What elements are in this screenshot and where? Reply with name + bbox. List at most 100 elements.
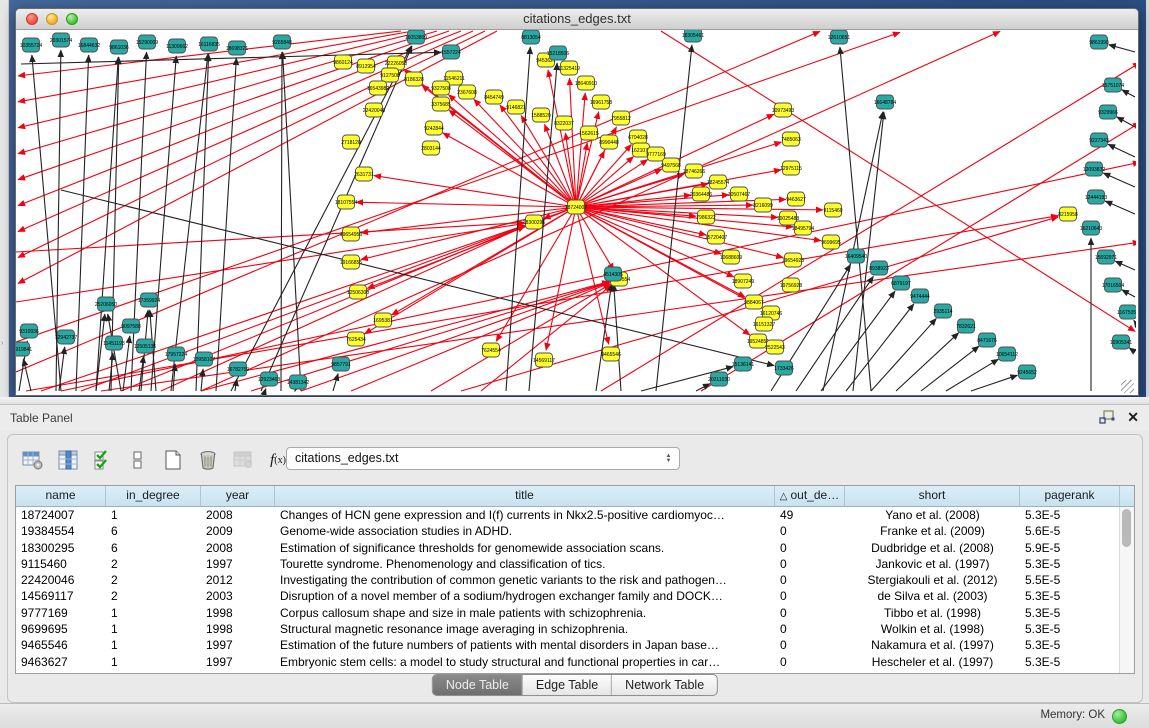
table-row[interactable]: 1872400712008Changes of HCN gene express… <box>16 507 1134 523</box>
network-edge[interactable] <box>576 143 587 207</box>
network-canvas[interactable]: 1872400798601248912954222260589127508818… <box>16 30 1136 395</box>
network-edge[interactable] <box>23 359 31 391</box>
network-node[interactable]: 7955812 <box>611 111 631 125</box>
network-edge[interactable] <box>18 31 497 284</box>
table-row[interactable]: 911546021997Tourette syndrome. Phenomeno… <box>16 556 1134 572</box>
network-edge[interactable] <box>601 63 1136 391</box>
tab-node-table[interactable]: Node Table <box>433 675 523 695</box>
network-edge[interactable] <box>946 359 998 391</box>
network-node[interactable]: 9465546 <box>601 347 621 361</box>
network-node[interactable]: 8471676 <box>977 333 997 347</box>
network-node[interactable]: 9327508 <box>431 81 451 95</box>
network-node[interactable]: 1562615 <box>579 126 599 140</box>
network-node[interactable]: 9474444 <box>910 289 930 303</box>
network-edge[interactable] <box>871 318 936 391</box>
network-node[interactable]: 19654923 <box>782 253 804 267</box>
column-header-name[interactable]: name <box>16 486 106 506</box>
network-edge[interactable] <box>1129 348 1135 352</box>
network-node[interactable]: 18495794 <box>792 221 814 235</box>
table-row[interactable]: 977716911998Corpus callosum shape and si… <box>16 605 1134 621</box>
network-edge[interactable] <box>333 374 338 391</box>
network-node[interactable]: 9861990 <box>1089 35 1109 49</box>
table-row[interactable]: 969969511998Structural magnetic resonanc… <box>16 621 1134 637</box>
network-node[interactable]: 8215958 <box>1058 207 1078 221</box>
network-node[interactable]: 2367608 <box>457 85 477 99</box>
network-node[interactable]: 9857791 <box>331 357 351 371</box>
network-node[interactable]: 12093832 <box>1083 162 1105 176</box>
select-column-icon[interactable] <box>55 447 81 473</box>
column-header-out_de[interactable]: △out_de… <box>775 486 845 506</box>
network-node[interactable]: 1733426 <box>774 361 794 375</box>
network-edge[interactable] <box>614 284 621 391</box>
network-node[interactable]: 7485063 <box>781 132 801 146</box>
column-header-year[interactable]: year <box>201 486 275 506</box>
network-node[interactable]: 16116835 <box>198 37 220 51</box>
panel-splitter[interactable]: ▴ <box>0 397 1149 405</box>
network-node[interactable]: 9127508 <box>380 68 400 82</box>
network-node[interactable]: 7625434 <box>346 332 366 346</box>
network-node[interactable]: 11451193 <box>103 336 125 350</box>
network-node[interactable]: 1557224 <box>441 45 461 59</box>
network-node[interactable]: 18724007 <box>565 200 587 214</box>
network-node[interactable]: 9699695 <box>821 235 841 249</box>
network-node[interactable]: 14381342 <box>287 375 309 389</box>
network-node[interactable]: 17359924 <box>138 293 160 307</box>
collapsed-panel-mark[interactable]: › <box>1 340 6 348</box>
network-node[interactable]: 10654112 <box>996 347 1018 361</box>
network-node[interactable]: 19654956 <box>340 227 362 241</box>
network-node[interactable]: 7624554 <box>481 343 501 357</box>
network-node[interactable]: 11309662 <box>166 39 188 53</box>
network-node[interactable]: 16844632 <box>78 38 100 52</box>
network-node[interactable]: 20211030 <box>708 372 730 386</box>
network-node[interactable]: 12444193 <box>1085 190 1107 204</box>
network-node[interactable]: 9860124 <box>333 55 353 69</box>
network-graph[interactable]: 1872400798601248912954222260589127508818… <box>16 30 1136 395</box>
network-node[interactable]: 7986322 <box>696 210 716 224</box>
network-node[interactable]: 17957224 <box>165 347 187 361</box>
network-node[interactable]: 14569117 <box>533 353 555 367</box>
table-row[interactable]: 946362711997Embryonic stem cells: a mode… <box>16 654 1134 670</box>
network-node[interactable]: 16409540 <box>845 249 867 263</box>
table-row[interactable]: 1830029562008Estimation of significance … <box>16 540 1134 556</box>
network-edge[interactable] <box>16 223 524 252</box>
network-node[interactable]: 12975115 <box>780 161 802 175</box>
table-row[interactable]: 946554611997Estimation of the future num… <box>16 637 1134 653</box>
network-edge[interactable] <box>356 202 576 207</box>
network-node[interactable]: 9146821 <box>506 100 526 114</box>
network-node[interactable]: 9884067 <box>744 295 764 309</box>
scrollbar-thumb[interactable] <box>1122 509 1131 547</box>
close-window-button[interactable] <box>26 13 38 25</box>
network-edge[interactable] <box>283 52 301 391</box>
table-vertical-scrollbar[interactable] <box>1119 507 1134 673</box>
network-edge[interactable] <box>1109 45 1135 52</box>
network-node[interactable]: 12942737 <box>55 330 77 344</box>
network-node[interactable]: 9227343 <box>1089 133 1109 147</box>
network-node[interactable]: 12505135 <box>134 339 156 353</box>
float-panel-icon[interactable] <box>1099 410 1115 425</box>
network-node[interactable]: 9245652 <box>1017 365 1037 379</box>
network-node[interactable]: 18640910 <box>575 76 597 90</box>
delete-column-trash-icon[interactable] <box>195 447 221 473</box>
network-node[interactable]: 9329966 <box>1098 105 1118 119</box>
network-node[interactable]: 2631731 <box>354 167 374 181</box>
close-panel-icon[interactable]: ✕ <box>1127 409 1139 425</box>
network-edge[interactable] <box>846 304 914 391</box>
network-node[interactable]: 12610651 <box>828 30 850 44</box>
network-node[interactable]: 15720407 <box>705 230 727 244</box>
table-row[interactable]: 1938455462009Genome-wide association stu… <box>16 523 1134 539</box>
network-node[interactable]: 9497568 <box>661 158 681 172</box>
network-node[interactable]: 12923468 <box>258 372 280 386</box>
network-edge[interactable] <box>1117 117 1135 127</box>
network-node[interactable]: 16648784 <box>874 95 896 109</box>
network-edge[interactable] <box>1122 90 1135 97</box>
network-node[interactable]: 10905341 <box>1110 335 1132 349</box>
minimize-window-button[interactable] <box>46 13 58 25</box>
tab-network-table[interactable]: Network Table <box>612 675 717 695</box>
network-node[interactable]: 15751074 <box>1102 78 1124 92</box>
network-node[interactable]: 9265848 <box>272 35 292 49</box>
network-node[interactable]: 10688609 <box>720 250 742 264</box>
network-node[interactable]: 8454749 <box>484 90 504 104</box>
network-node[interactable]: 16543982 <box>367 81 389 95</box>
network-node[interactable]: 9242844 <box>424 121 444 135</box>
network-node[interactable]: 15136141 <box>732 357 754 371</box>
